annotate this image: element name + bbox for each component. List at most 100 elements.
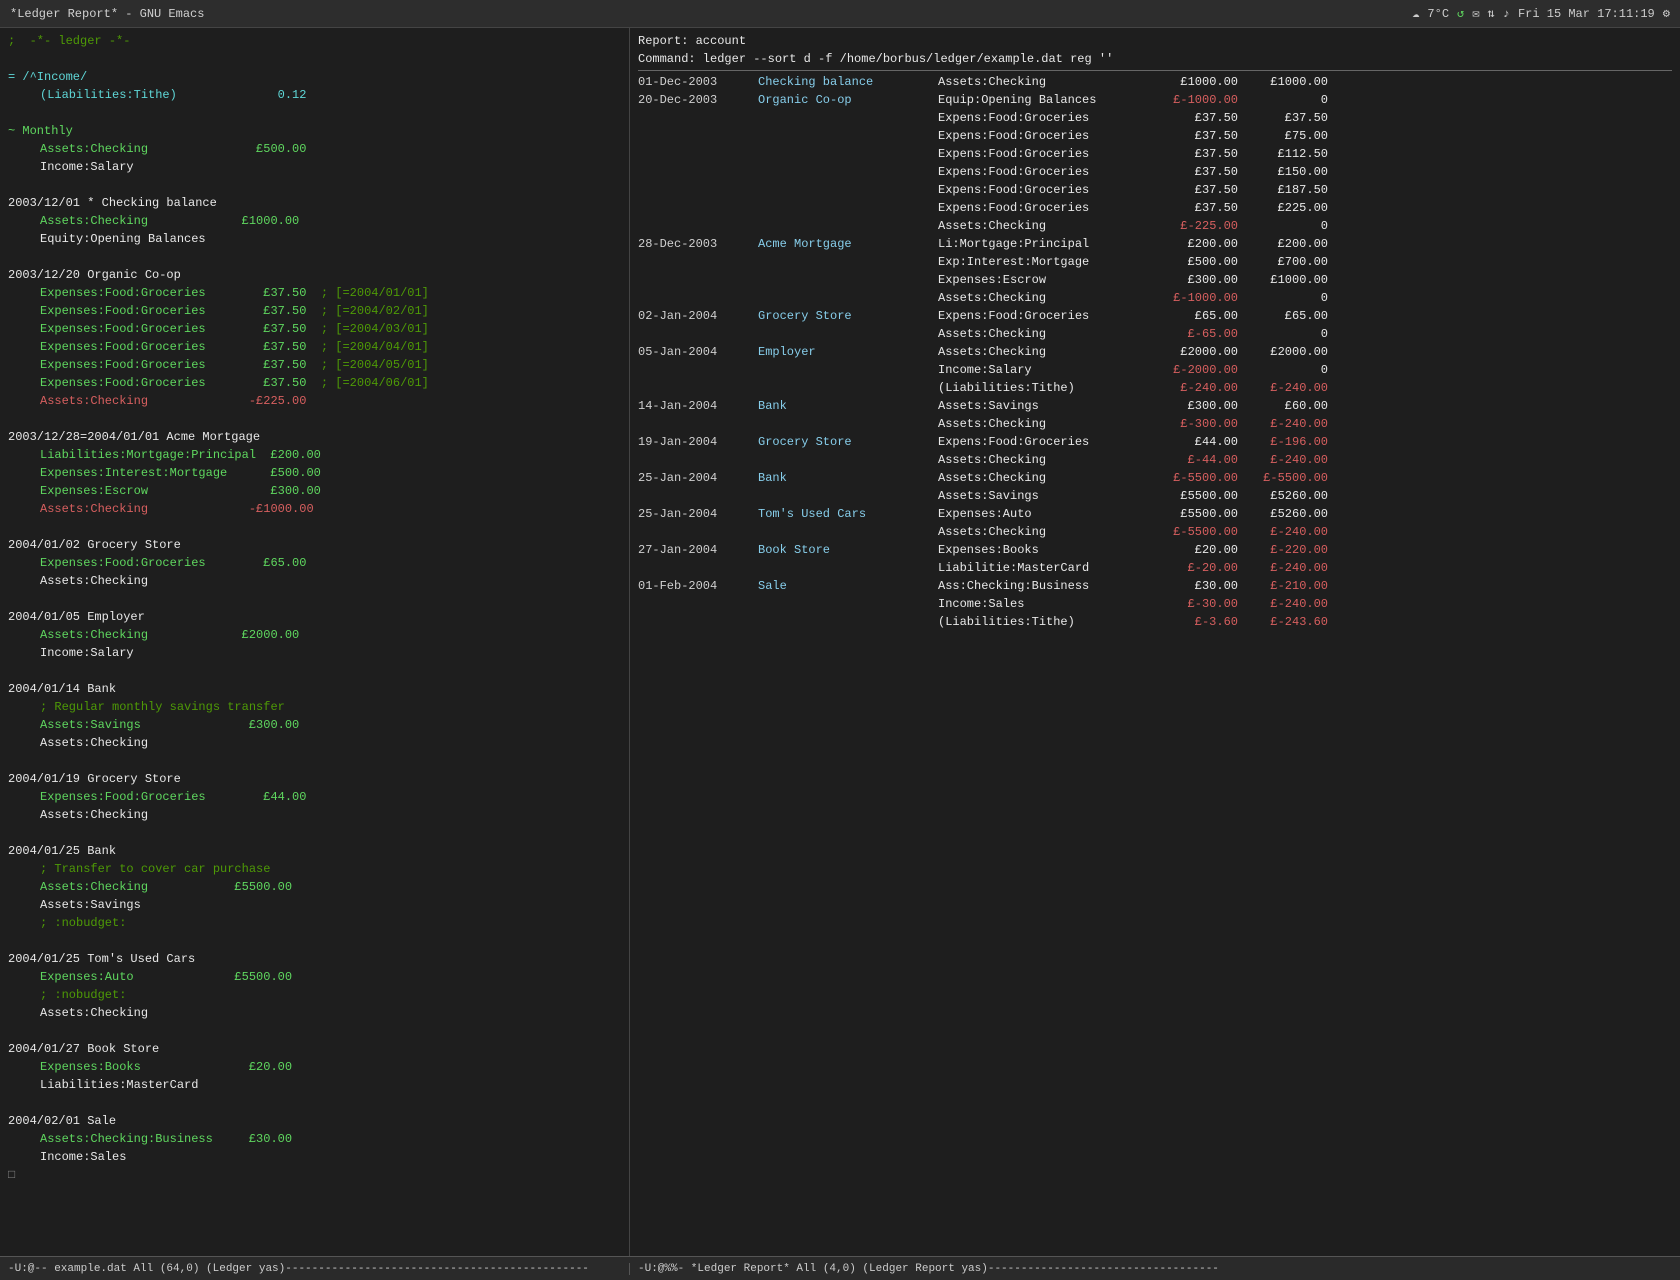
table-row: 05-Jan-2004 Employer Assets:Checking £20… xyxy=(638,343,1672,361)
line-nobudget-1: ; :nobudget: xyxy=(8,914,621,932)
line-2004-02-01: 2004/02/01 Sale xyxy=(8,1112,621,1130)
line-groceries-3: Expenses:Food:Groceries £37.50 ; [=2004/… xyxy=(8,320,621,338)
table-row: Expens:Food:Groceries £37.50 £150.00 xyxy=(638,163,1672,181)
statusbar-right: -U:@%%- *Ledger Report* All (4,0) (Ledge… xyxy=(630,1263,1680,1275)
line-groceries-2: Expenses:Food:Groceries £37.50 ; [=2004/… xyxy=(8,302,621,320)
line-2003-12-28: 2003/12/28=2004/01/01 Acme Mortgage xyxy=(8,428,621,446)
table-row: Expens:Food:Groceries £37.50 £75.00 xyxy=(638,127,1672,145)
table-row: 19-Jan-2004 Grocery Store Expens:Food:Gr… xyxy=(638,433,1672,451)
line-2004-01-25-cars: 2004/01/25 Tom's Used Cars xyxy=(8,950,621,968)
line-auto-5500: Expenses:Auto £5500.00 xyxy=(8,968,621,986)
table-row: 02-Jan-2004 Grocery Store Expens:Food:Gr… xyxy=(638,307,1672,325)
line-checking-3: Assets:Checking xyxy=(8,734,621,752)
table-row: Exp:Interest:Mortgage £500.00 £700.00 xyxy=(638,253,1672,271)
table-row: Expens:Food:Groceries £37.50 £37.50 xyxy=(638,109,1672,127)
weather-icon: ☁ xyxy=(1412,6,1419,21)
table-row: 25-Jan-2004 Bank Assets:Checking £-5500.… xyxy=(638,469,1672,487)
line-groceries-6: Expenses:Food:Groceries £37.50 ; [=2004/… xyxy=(8,374,621,392)
line-checking-5500: Assets:Checking £5500.00 xyxy=(8,878,621,896)
table-row: Assets:Checking £-44.00 £-240.00 xyxy=(638,451,1672,469)
table-row: Expens:Food:Groceries £37.50 £187.50 xyxy=(638,181,1672,199)
report-header-command: Command: ledger --sort d -f /home/borbus… xyxy=(638,50,1672,68)
report-header-label: Report: account xyxy=(638,32,1672,50)
spacer-12 xyxy=(8,1022,621,1040)
line-groceries-44: Expenses:Food:Groceries £44.00 xyxy=(8,788,621,806)
table-row: Income:Sales £-30.00 £-240.00 xyxy=(638,595,1672,613)
table-row: Expens:Food:Groceries £37.50 £112.50 xyxy=(638,145,1672,163)
line-2003-12-20: 2003/12/20 Organic Co-op xyxy=(8,266,621,284)
line-checking-2: Assets:Checking xyxy=(8,572,621,590)
line-cursor: □ xyxy=(8,1166,621,1184)
spacer-3 xyxy=(8,176,621,194)
line-books-20: Expenses:Books £20.00 xyxy=(8,1058,621,1076)
table-row: Expens:Food:Groceries £37.50 £225.00 xyxy=(638,199,1672,217)
table-row: Assets:Checking £-225.00 0 xyxy=(638,217,1672,235)
line-income-eq: = /^Income/ xyxy=(8,68,621,86)
table-row: 14-Jan-2004 Bank Assets:Savings £300.00 … xyxy=(638,397,1672,415)
line-monthly: ~ Monthly xyxy=(8,122,621,140)
spacer-13 xyxy=(8,1094,621,1112)
line-nobudget-2: ; :nobudget: xyxy=(8,986,621,1004)
line-groceries-1: Expenses:Food:Groceries £37.50 ; [=2004/… xyxy=(8,284,621,302)
table-row: Assets:Checking £-5500.00 £-240.00 xyxy=(638,523,1672,541)
line-checking-5: Assets:Checking xyxy=(8,1004,621,1022)
line-2004-01-05: 2004/01/05 Employer xyxy=(8,608,621,626)
line-2004-01-19: 2004/01/19 Grocery Store xyxy=(8,770,621,788)
statusbar: -U:@-- example.dat All (64,0) (Ledger ya… xyxy=(0,1256,1680,1280)
line-income-salary-1: Income:Salary xyxy=(8,158,621,176)
volume-icon[interactable]: ♪ xyxy=(1503,7,1510,21)
spacer-9 xyxy=(8,752,621,770)
table-row: 28-Dec-2003 Acme Mortgage Li:Mortgage:Pr… xyxy=(638,235,1672,253)
line-equity: Equity:Opening Balances xyxy=(8,230,621,248)
table-row: (Liabilities:Tithe) £-3.60 £-243.60 xyxy=(638,613,1672,631)
line-2004-01-14: 2004/01/14 Bank xyxy=(8,680,621,698)
line-escrow: Expenses:Escrow £300.00 xyxy=(8,482,621,500)
table-row: 20-Dec-2003 Organic Co-op Equip:Opening … xyxy=(638,91,1672,109)
table-row: 01-Dec-2003 Checking balance Assets:Chec… xyxy=(638,73,1672,91)
line-checking-4: Assets:Checking xyxy=(8,806,621,824)
line-assets-1000: Assets:Checking £1000.00 xyxy=(8,212,621,230)
line-savings-300: Assets:Savings £300.00 xyxy=(8,716,621,734)
table-row: Income:Salary £-2000.00 0 xyxy=(638,361,1672,379)
statusbar-left: -U:@-- example.dat All (64,0) (Ledger ya… xyxy=(0,1263,630,1275)
line-checking-1000: Assets:Checking -£1000.00 xyxy=(8,500,621,518)
spacer-11 xyxy=(8,932,621,950)
table-row: Assets:Checking £-300.00 £-240.00 xyxy=(638,415,1672,433)
table-row: 01-Feb-2004 Sale Ass:Checking:Business £… xyxy=(638,577,1672,595)
table-row: Expenses:Escrow £300.00 £1000.00 xyxy=(638,271,1672,289)
line-groceries-65: Expenses:Food:Groceries £65.00 xyxy=(8,554,621,572)
line-income-sales: Income:Sales xyxy=(8,1148,621,1166)
spacer-5 xyxy=(8,410,621,428)
line-comment-car: ; Transfer to cover car purchase xyxy=(8,860,621,878)
titlebar-right: ☁ 7°C ↺ ✉ ⇅ ♪ Fri 15 Mar 17:11:19 ⚙ xyxy=(1412,6,1670,21)
table-row: Assets:Checking £-65.00 0 xyxy=(638,325,1672,343)
line-2004-01-27: 2004/01/27 Book Store xyxy=(8,1040,621,1058)
right-pane[interactable]: Report: account Command: ledger --sort d… xyxy=(630,28,1680,1256)
statusbar-left-text: -U:@-- example.dat All (64,0) (Ledger ya… xyxy=(8,1263,589,1275)
settings-icon[interactable]: ⚙ xyxy=(1663,6,1670,21)
spacer-2 xyxy=(8,104,621,122)
titlebar: *Ledger Report* - GNU Emacs ☁ 7°C ↺ ✉ ⇅ … xyxy=(0,0,1680,28)
line-checking-2000: Assets:Checking £2000.00 xyxy=(8,626,621,644)
report-divider xyxy=(638,70,1672,71)
line-checking-225: Assets:Checking -£225.00 xyxy=(8,392,621,410)
line-2004-01-25-bank: 2004/01/25 Bank xyxy=(8,842,621,860)
line-checking-500: Assets:Checking £500.00 xyxy=(8,140,621,158)
line-savings-1: Assets:Savings xyxy=(8,896,621,914)
mail-icon[interactable]: ✉ xyxy=(1472,6,1479,21)
table-row: Assets:Checking £-1000.00 0 xyxy=(638,289,1672,307)
temperature: 7°C xyxy=(1427,7,1449,21)
refresh-icon[interactable]: ↺ xyxy=(1457,6,1464,21)
network-icon: ⇅ xyxy=(1488,6,1495,21)
spacer-6 xyxy=(8,518,621,536)
table-row: 25-Jan-2004 Tom's Used Cars Expenses:Aut… xyxy=(638,505,1672,523)
line-2004-01-02: 2004/01/02 Grocery Store xyxy=(8,536,621,554)
table-row: 27-Jan-2004 Book Store Expenses:Books £2… xyxy=(638,541,1672,559)
spacer-1 xyxy=(8,50,621,68)
line-interest-mortgage: Expenses:Interest:Mortgage £500.00 xyxy=(8,464,621,482)
spacer-4 xyxy=(8,248,621,266)
line-comment-1: ; -*- ledger -*- xyxy=(8,32,621,50)
left-pane[interactable]: ; -*- ledger -*- = /^Income/ (Liabilitie… xyxy=(0,28,630,1256)
line-comment-savings: ; Regular monthly savings transfer xyxy=(8,698,621,716)
table-row: (Liabilities:Tithe) £-240.00 £-240.00 xyxy=(638,379,1672,397)
